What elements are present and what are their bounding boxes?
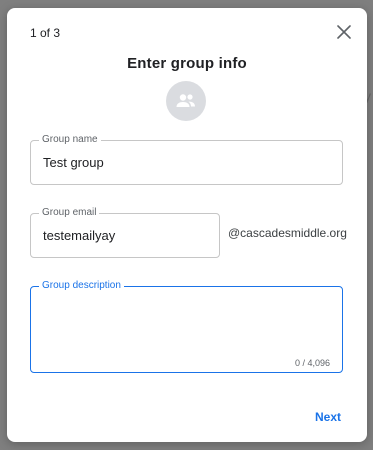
group-email-input[interactable]: testemailyay [43, 228, 115, 243]
group-email-field[interactable]: Group email testemailyay [30, 207, 220, 258]
step-indicator: 1 of 3 [30, 26, 61, 40]
close-icon [337, 25, 351, 39]
next-button[interactable]: Next [307, 405, 349, 429]
group-description-label: Group description [39, 280, 124, 292]
create-group-dialog: 1 of 3 Enter group info Group name Test … [7, 8, 367, 442]
dialog-title: Enter group info [127, 55, 247, 72]
group-name-input[interactable]: Test group [43, 155, 104, 170]
group-description-field[interactable]: Group description 0 / 4,096 [30, 280, 343, 373]
group-name-label: Group name [39, 134, 101, 146]
character-counter: 0 / 4,096 [294, 358, 330, 368]
group-avatar [166, 81, 206, 121]
group-icon [176, 94, 195, 107]
email-domain-suffix: @cascadesmiddle.org [228, 226, 347, 240]
group-name-field[interactable]: Group name Test group [30, 134, 343, 185]
close-button[interactable] [334, 22, 354, 42]
group-email-label: Group email [39, 207, 100, 219]
